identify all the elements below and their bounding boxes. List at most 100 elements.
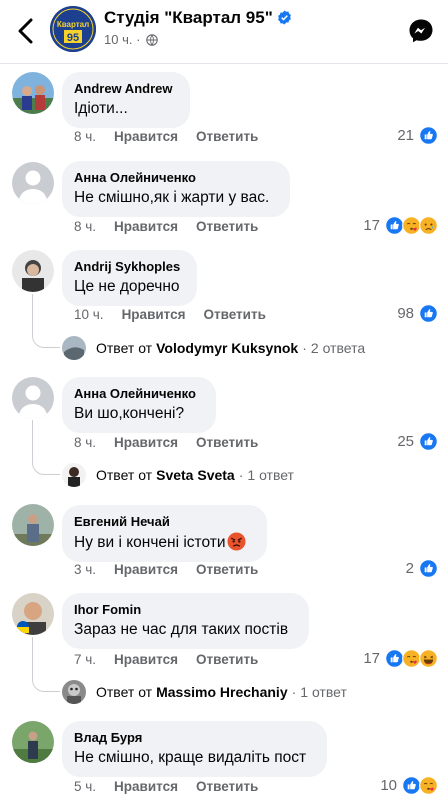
verified-badge-icon: [277, 10, 291, 25]
separator-dot: ·: [291, 684, 297, 700]
like-link[interactable]: Нравится: [114, 435, 178, 450]
avatar[interactable]: [12, 377, 54, 419]
reply-link[interactable]: Ответить: [196, 779, 258, 794]
view-replies-link[interactable]: Ответ от Massimo Hrechaniy · 1 ответ: [62, 679, 347, 705]
like-reaction-icon: [419, 559, 438, 578]
comment-actions: 3 ч. Нравится Ответить: [74, 562, 276, 577]
reply-author: Volodymyr Kuksynok: [156, 340, 299, 356]
reactions[interactable]: 25: [397, 432, 438, 451]
comment-bubble[interactable]: Анна Олейниченко Не смішно,як і жарти у …: [62, 161, 290, 217]
separator-dot: ·: [238, 467, 244, 483]
like-link[interactable]: Нравится: [114, 562, 178, 577]
reactions-count: 17: [363, 217, 380, 234]
sad-reaction-icon: [419, 216, 438, 235]
avatar: [62, 680, 86, 704]
logo-bottom-text: 95: [67, 32, 79, 44]
comment-actions: 8 ч. Нравится Ответить: [74, 129, 276, 144]
comment-author[interactable]: Евгений Нечай: [74, 513, 255, 530]
like-link[interactable]: Нравится: [114, 129, 178, 144]
comment-bubble[interactable]: Andrew Andrew Ідіоти...: [62, 72, 190, 128]
kvartal-logo-icon: Квартал 95: [50, 6, 96, 52]
view-replies-link[interactable]: Ответ от Volodymyr Kuksynok · 2 ответа: [62, 335, 365, 361]
comment-time[interactable]: 3 ч.: [74, 562, 96, 577]
comment-time[interactable]: 8 ч.: [74, 129, 96, 144]
like-link[interactable]: Нравится: [114, 779, 178, 794]
messenger-icon[interactable]: [408, 18, 434, 44]
back-arrow-icon[interactable]: [12, 14, 40, 48]
avatar: [62, 336, 86, 360]
page-title-text[interactable]: Студія "Квартал 95": [104, 8, 273, 27]
reply-link[interactable]: Ответить: [196, 129, 258, 144]
reactions[interactable]: 17: [363, 216, 438, 235]
reply-count: 2 ответа: [310, 340, 366, 356]
meta-separator: ·: [136, 32, 141, 47]
reactions[interactable]: 21: [397, 126, 438, 145]
reply-link[interactable]: Ответить: [196, 219, 258, 234]
page-title[interactable]: Студія "Квартал 95": [104, 8, 292, 28]
angry-face-icon: [226, 532, 246, 551]
like-link[interactable]: Нравится: [114, 219, 178, 234]
reply-prefix: Ответ от: [96, 467, 153, 483]
avatar[interactable]: [12, 504, 54, 546]
comment-text: Не смішно, краще видаліть пост: [74, 749, 307, 766]
comment-time[interactable]: 7 ч.: [74, 652, 96, 667]
reply-link[interactable]: Ответить: [203, 307, 265, 322]
thread-connector: [32, 294, 60, 348]
comment-bubble[interactable]: Ihor Fomin Зараз не час для таких постів: [62, 593, 309, 649]
reactions-count: 10: [380, 777, 397, 794]
comment-time[interactable]: 5 ч.: [74, 779, 96, 794]
separator-dot: ·: [302, 340, 307, 356]
view-replies-link[interactable]: Ответ от Sveta Sveta · 1 ответ: [62, 462, 294, 488]
avatar: [62, 463, 86, 487]
comment-author[interactable]: Ihor Fomin: [74, 601, 297, 618]
post-time[interactable]: 10 ч.: [104, 32, 132, 47]
reactions[interactable]: 2: [406, 559, 438, 578]
reactions-count: 21: [397, 127, 414, 144]
comment-author[interactable]: Анна Олейниченко: [74, 385, 204, 402]
comment-bubble[interactable]: Andrij Sykhoples Це не доречно: [62, 250, 197, 306]
comment-text: Не смішно,як і жарти у вас.: [74, 189, 270, 206]
avatar[interactable]: [12, 250, 54, 292]
default-avatar-icon: [12, 377, 54, 419]
comment-author[interactable]: Анна Олейниченко: [74, 169, 278, 186]
avatar[interactable]: [12, 721, 54, 763]
avatar[interactable]: [12, 72, 54, 114]
reply-count: 1 ответ: [247, 467, 294, 483]
reply-link[interactable]: Ответить: [196, 652, 258, 667]
comment-bubble[interactable]: Анна Олейниченко Ви шо,кончені?: [62, 377, 216, 433]
like-link[interactable]: Нравится: [114, 652, 178, 667]
comment-text: Це не доречно: [74, 278, 180, 295]
like-reaction-icon: [419, 126, 438, 145]
reactions[interactable]: 17: [363, 649, 438, 668]
reply-link[interactable]: Ответить: [196, 562, 258, 577]
globe-icon: [146, 34, 158, 46]
comment-time[interactable]: 10 ч.: [74, 307, 104, 322]
comment-time[interactable]: 8 ч.: [74, 435, 96, 450]
comment-author[interactable]: Andrij Sykhoples: [74, 258, 185, 275]
comment-bubble[interactable]: Евгений Нечай Ну ви і кончені істоти: [62, 505, 267, 562]
like-reaction-icon: [419, 432, 438, 451]
page-header: Квартал 95 Студія "Квартал 95" 10 ч. ·: [0, 0, 448, 64]
reactions-count: 17: [363, 650, 380, 667]
reactions[interactable]: 10: [380, 776, 438, 795]
comment-bubble[interactable]: Влад Буря Не смішно, краще видаліть пост: [62, 721, 327, 777]
reply-link[interactable]: Ответить: [196, 435, 258, 450]
reply-author: Sveta Sveta: [156, 467, 235, 483]
thread-connector: [32, 420, 60, 475]
reply-author: Massimo Hrechaniy: [156, 684, 288, 700]
reactions-count: 25: [397, 433, 414, 450]
like-link[interactable]: Нравится: [122, 307, 186, 322]
comment-time[interactable]: 8 ч.: [74, 219, 96, 234]
comment-actions: 8 ч. Нравится Ответить: [74, 435, 276, 450]
comment-author[interactable]: Andrew Andrew: [74, 80, 178, 97]
comment-author[interactable]: Влад Буря: [74, 729, 315, 746]
logo-top-text: Квартал: [57, 20, 89, 29]
comment-actions: 8 ч. Нравится Ответить: [74, 219, 276, 234]
page-avatar[interactable]: Квартал 95: [50, 6, 96, 52]
reactions-count: 2: [405, 560, 414, 577]
comment-text: Ви шо,кончені?: [74, 405, 185, 422]
avatar[interactable]: [12, 162, 54, 204]
avatar[interactable]: [12, 593, 54, 635]
reactions[interactable]: 98: [397, 304, 438, 323]
comment-actions: 5 ч. Нравится Ответить: [74, 779, 276, 794]
